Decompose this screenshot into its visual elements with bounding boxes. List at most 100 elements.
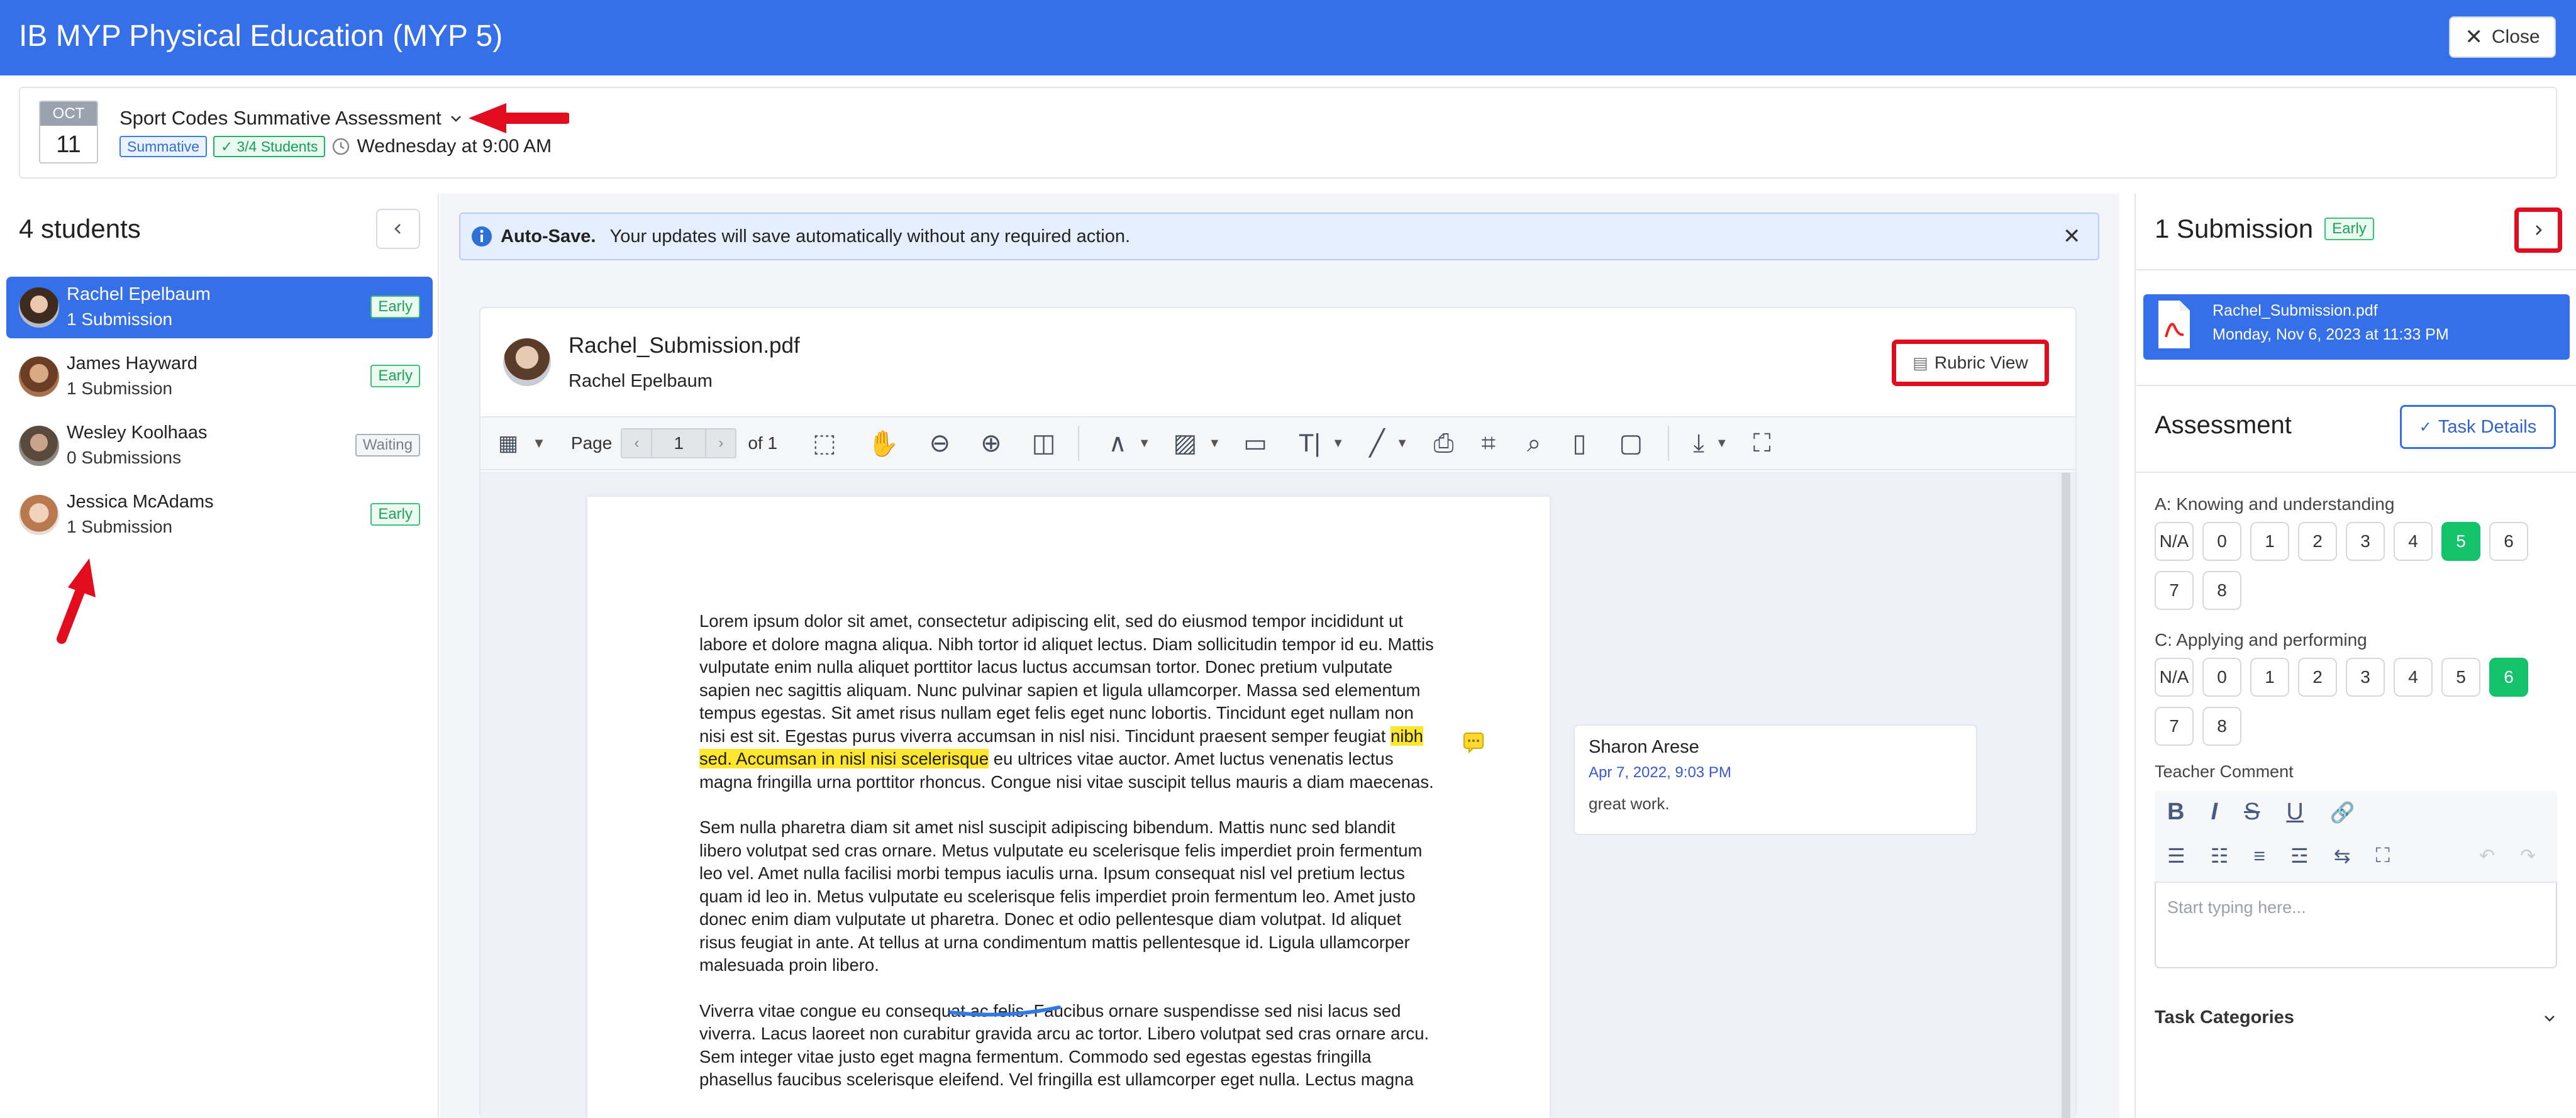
rubric-view-button[interactable]: ▤ Rubric View bbox=[1901, 347, 2040, 379]
bold-icon[interactable]: B bbox=[2167, 799, 2184, 826]
score-option-button[interactable]: 6 bbox=[2489, 522, 2528, 561]
score-option-button[interactable]: 4 bbox=[2394, 522, 2433, 561]
pen-icon[interactable]: ∧ bbox=[1108, 429, 1126, 458]
pdf-paragraph: Viverra vitae congue eu consequat ac fel… bbox=[699, 1000, 1430, 1090]
close-button[interactable]: ✕ Close bbox=[2449, 16, 2556, 58]
zoom-out-icon[interactable]: ⊖ bbox=[930, 429, 951, 458]
comment-author: Sharon Arese bbox=[1589, 737, 1699, 757]
score-option-button[interactable]: 8 bbox=[2202, 571, 2241, 610]
fullscreen-icon[interactable]: ⛶ bbox=[2376, 844, 2390, 868]
redo-icon[interactable]: ↷ bbox=[2520, 845, 2536, 867]
score-option-button[interactable]: 7 bbox=[2155, 707, 2194, 746]
status-badge: Early bbox=[2324, 218, 2374, 240]
zoom-in-icon[interactable]: ⊕ bbox=[980, 429, 1002, 458]
chevron-down-icon[interactable]: ▼ bbox=[1396, 436, 1409, 451]
pan-hand-icon[interactable]: ✋ bbox=[868, 429, 899, 458]
score-option-button[interactable]: 6 bbox=[2489, 658, 2528, 697]
strikethrough-icon[interactable]: S bbox=[2244, 799, 2260, 826]
autosave-message: Your updates will save automatically wit… bbox=[609, 226, 1131, 246]
check-circle-icon: ✓ bbox=[221, 138, 233, 155]
score-option-button[interactable]: 1 bbox=[2250, 522, 2289, 561]
comment-card[interactable]: Sharon Arese Apr 7, 2022, 9:03 PM great … bbox=[1574, 724, 1977, 835]
score-option-button[interactable]: 8 bbox=[2202, 707, 2241, 746]
calendar-day: 11 bbox=[56, 131, 81, 158]
comment-icon[interactable]: ▢ bbox=[1619, 429, 1643, 458]
align-justify-icon[interactable]: ≡ bbox=[2253, 844, 2265, 868]
autosave-text: Auto-Save. Your updates will save automa… bbox=[501, 226, 1130, 247]
status-badge: Early bbox=[370, 503, 420, 526]
fullscreen-icon[interactable]: ⛶ bbox=[1753, 429, 1771, 458]
chevron-down-icon[interactable]: ▼ bbox=[1716, 436, 1728, 451]
chevron-down-icon bbox=[450, 116, 461, 122]
undo-icon[interactable]: ↶ bbox=[2479, 845, 2495, 867]
score-option-button[interactable]: 5 bbox=[2441, 522, 2480, 561]
student-row[interactable]: Jessica McAdams 1 Submission Early bbox=[6, 484, 433, 546]
score-option-button[interactable]: N/A bbox=[2155, 658, 2194, 697]
assignment-title-dropdown[interactable]: Sport Codes Summative Assessment bbox=[119, 107, 463, 130]
dismiss-banner-button[interactable]: ✕ bbox=[2063, 224, 2081, 249]
link-icon[interactable]: 🔗 bbox=[2330, 800, 2355, 824]
score-option-button[interactable]: 4 bbox=[2394, 658, 2433, 697]
students-heading: 4 students bbox=[19, 214, 141, 243]
line-tool-icon[interactable]: ╱ bbox=[1370, 429, 1385, 458]
italic-icon[interactable]: I bbox=[2211, 799, 2218, 826]
close-icon: ✕ bbox=[2465, 25, 2483, 49]
score-option-button[interactable]: 0 bbox=[2202, 658, 2241, 697]
avatar bbox=[19, 287, 59, 328]
divider bbox=[2136, 472, 2576, 473]
align-center-icon[interactable]: ☲ bbox=[2290, 844, 2309, 868]
score-option-button[interactable]: 3 bbox=[2346, 522, 2385, 561]
task-details-button[interactable]: ✓ Task Details bbox=[2400, 405, 2556, 449]
image-icon[interactable]: ▨ bbox=[1174, 429, 1197, 458]
score-option-button[interactable]: 0 bbox=[2202, 522, 2241, 561]
comment-marker-icon[interactable] bbox=[1463, 732, 1484, 753]
toolbar-divider bbox=[1078, 426, 1080, 461]
assignment-header bbox=[19, 87, 2557, 179]
numbered-list-icon[interactable]: ☷ bbox=[2211, 844, 2229, 868]
red-arrow-annotation-students bbox=[57, 558, 96, 644]
download-icon[interactable]: ⤓ bbox=[1693, 429, 1704, 458]
next-page-button[interactable]: › bbox=[706, 429, 736, 457]
pdf-file-icon[interactable]: ▯ bbox=[1572, 429, 1586, 458]
score-option-button[interactable]: 7 bbox=[2155, 571, 2194, 610]
chevron-down-icon[interactable]: ▼ bbox=[1138, 436, 1151, 451]
clock-icon bbox=[333, 138, 350, 155]
score-option-button[interactable]: 3 bbox=[2346, 658, 2385, 697]
prev-page-button[interactable]: ‹ bbox=[622, 429, 652, 457]
note-icon[interactable]: ▭ bbox=[1243, 429, 1267, 458]
chevron-down-icon[interactable]: ▼ bbox=[1208, 436, 1221, 451]
student-row[interactable]: Wesley Koolhaas 0 Submissions Waiting bbox=[6, 415, 433, 477]
status-badge: Early bbox=[370, 296, 420, 318]
search-icon[interactable]: ⌕ bbox=[1527, 429, 1541, 458]
underline-icon[interactable]: U bbox=[2286, 799, 2303, 826]
text-tool-icon[interactable]: T| bbox=[1299, 429, 1321, 458]
pen-stroke-annotation[interactable] bbox=[948, 1002, 1062, 1020]
selection-tool-icon[interactable]: ⬚ bbox=[813, 429, 836, 458]
score-option-button[interactable]: 2 bbox=[2298, 658, 2337, 697]
bullet-list-icon[interactable]: ☰ bbox=[2167, 844, 2185, 868]
document-scrollbar[interactable] bbox=[2062, 473, 2070, 1118]
collapse-panel-button[interactable] bbox=[376, 209, 420, 249]
print-icon[interactable]: ⎙ bbox=[1433, 429, 1453, 458]
chevron-down-icon[interactable]: ▼ bbox=[532, 435, 546, 451]
pdf-text: Lorem ipsum dolor sit amet, consectetur … bbox=[699, 610, 1439, 1092]
student-row[interactable]: Rachel Epelbaum 1 Submission Early bbox=[6, 277, 433, 338]
student-row[interactable]: James Hayward 1 Submission Early bbox=[6, 346, 433, 407]
comment-input[interactable]: Start typing here... bbox=[2167, 898, 2306, 917]
indent-icon[interactable]: ⇆ bbox=[2334, 844, 2351, 868]
expand-panel-button[interactable] bbox=[2522, 214, 2555, 246]
thumbnails-icon[interactable]: ▦ bbox=[498, 431, 518, 456]
assessment-heading: Assessment bbox=[2155, 411, 2292, 439]
task-categories-toggle[interactable]: Task Categories bbox=[2155, 1007, 2557, 1028]
student-name: Jessica McAdams bbox=[67, 492, 214, 512]
due-date: Wednesday at 9:00 AM bbox=[357, 136, 552, 157]
score-option-button[interactable]: 2 bbox=[2298, 522, 2337, 561]
score-option-button[interactable]: 5 bbox=[2441, 658, 2480, 697]
crop-icon[interactable]: ⌗ bbox=[1481, 429, 1496, 458]
page-input[interactable]: 1 bbox=[651, 429, 707, 457]
score-option-button[interactable]: 1 bbox=[2250, 658, 2289, 697]
student-name: James Hayward bbox=[67, 353, 197, 374]
chevron-down-icon[interactable]: ▼ bbox=[1332, 436, 1345, 451]
layout-icon[interactable]: ◫ bbox=[1032, 429, 1056, 458]
score-option-button[interactable]: N/A bbox=[2155, 522, 2194, 561]
